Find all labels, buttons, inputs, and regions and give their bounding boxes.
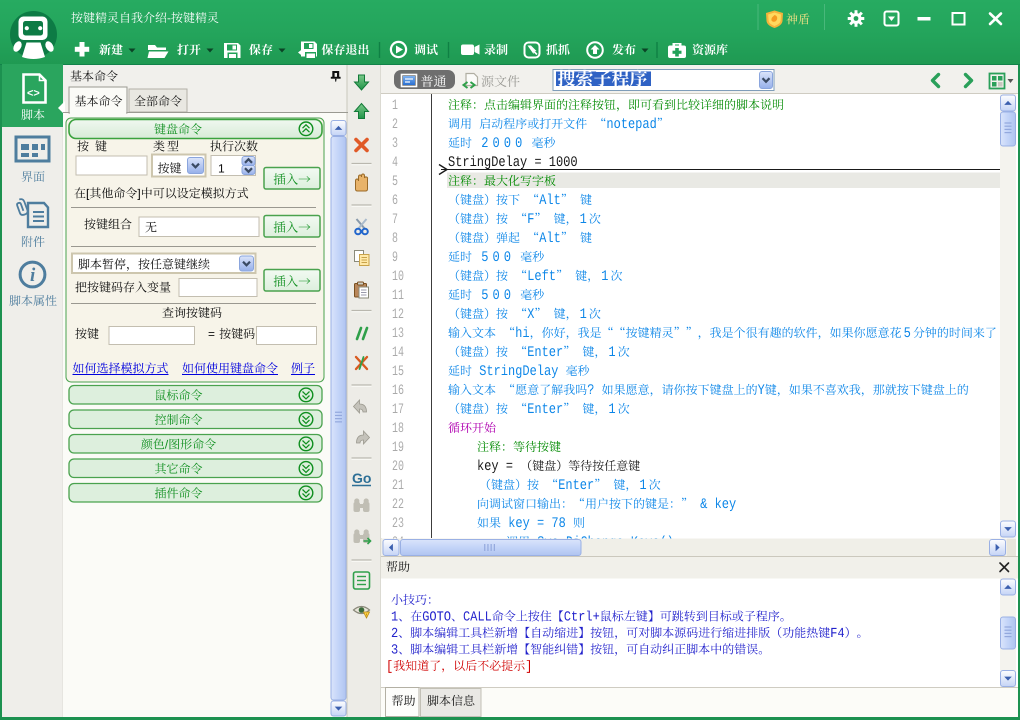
svg-text:i: i — [30, 265, 36, 286]
svg-text:Go: Go — [352, 470, 371, 486]
